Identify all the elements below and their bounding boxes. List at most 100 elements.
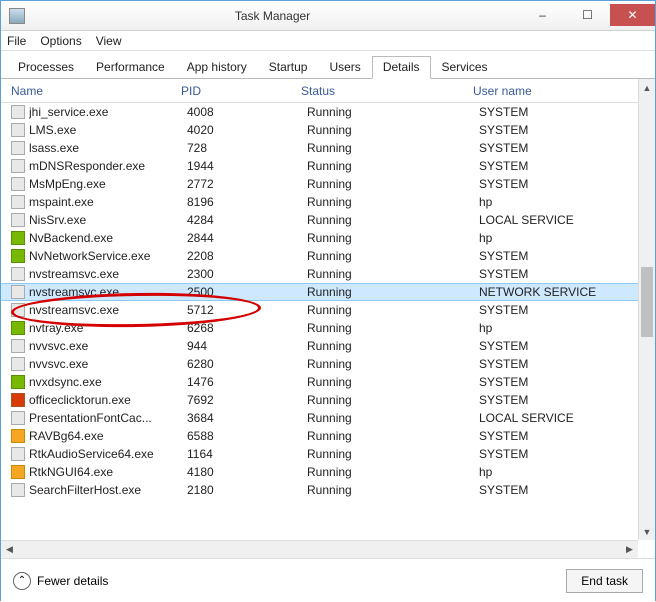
cell-user: SYSTEM bbox=[479, 159, 655, 173]
cell-status: Running bbox=[307, 195, 479, 209]
cell-name: officeclicktorun.exe bbox=[29, 393, 187, 407]
fewer-details-button[interactable]: ⌃ Fewer details bbox=[13, 572, 108, 590]
process-icon bbox=[11, 393, 25, 407]
cell-pid: 944 bbox=[187, 339, 307, 353]
menubar: File Options View bbox=[1, 31, 655, 51]
process-icon bbox=[11, 465, 25, 479]
cell-user: hp bbox=[479, 321, 655, 335]
cell-user: NETWORK SERVICE bbox=[479, 285, 655, 299]
table-row[interactable]: SearchFilterHost.exe2180RunningSYSTEM bbox=[1, 481, 655, 499]
process-icon bbox=[11, 303, 25, 317]
process-icon bbox=[11, 357, 25, 371]
cell-name: RtkNGUI64.exe bbox=[29, 465, 187, 479]
menu-options[interactable]: Options bbox=[40, 34, 81, 48]
cell-pid: 1944 bbox=[187, 159, 307, 173]
tab-processes[interactable]: Processes bbox=[7, 56, 85, 79]
process-icon bbox=[11, 447, 25, 461]
cell-status: Running bbox=[307, 213, 479, 227]
column-user[interactable]: User name bbox=[473, 84, 655, 98]
scroll-left-icon[interactable]: ◀ bbox=[1, 541, 18, 558]
vertical-scrollbar[interactable]: ▲ ▼ bbox=[638, 79, 655, 540]
tab-performance[interactable]: Performance bbox=[85, 56, 176, 79]
cell-pid: 3684 bbox=[187, 411, 307, 425]
cell-user: SYSTEM bbox=[479, 177, 655, 191]
cell-user: SYSTEM bbox=[479, 429, 655, 443]
table-row[interactable]: mDNSResponder.exe1944RunningSYSTEM bbox=[1, 157, 655, 175]
cell-status: Running bbox=[307, 447, 479, 461]
process-icon bbox=[11, 123, 25, 137]
scroll-down-icon[interactable]: ▼ bbox=[639, 523, 655, 540]
table-row[interactable]: LMS.exe4020RunningSYSTEM bbox=[1, 121, 655, 139]
app-icon bbox=[9, 8, 25, 24]
table-row[interactable]: NvNetworkService.exe2208RunningSYSTEM bbox=[1, 247, 655, 265]
table-row[interactable]: jhi_service.exe4008RunningSYSTEM bbox=[1, 103, 655, 121]
cell-name: nvtray.exe bbox=[29, 321, 187, 335]
cell-pid: 6588 bbox=[187, 429, 307, 443]
table-row[interactable]: RtkNGUI64.exe4180Runninghp bbox=[1, 463, 655, 481]
close-button[interactable]: ✕ bbox=[610, 4, 655, 26]
table-row[interactable]: nvstreamsvc.exe5712RunningSYSTEM bbox=[1, 301, 655, 319]
table-row[interactable]: RAVBg64.exe6588RunningSYSTEM bbox=[1, 427, 655, 445]
table-row[interactable]: officeclicktorun.exe7692RunningSYSTEM bbox=[1, 391, 655, 409]
cell-status: Running bbox=[307, 483, 479, 497]
table-row[interactable]: nvxdsync.exe1476RunningSYSTEM bbox=[1, 373, 655, 391]
cell-name: nvstreamsvc.exe bbox=[29, 303, 187, 317]
cell-pid: 4020 bbox=[187, 123, 307, 137]
table-row[interactable]: MsMpEng.exe2772RunningSYSTEM bbox=[1, 175, 655, 193]
footer: ⌃ Fewer details End task bbox=[1, 558, 655, 602]
scroll-thumb[interactable] bbox=[641, 267, 653, 337]
end-task-button[interactable]: End task bbox=[566, 569, 643, 593]
table-row[interactable]: lsass.exe728RunningSYSTEM bbox=[1, 139, 655, 157]
maximize-button[interactable]: ☐ bbox=[565, 4, 610, 26]
minimize-button[interactable]: – bbox=[520, 4, 565, 26]
tab-services[interactable]: Services bbox=[431, 56, 499, 79]
menu-file[interactable]: File bbox=[7, 34, 26, 48]
cell-status: Running bbox=[307, 357, 479, 371]
fewer-details-label: Fewer details bbox=[37, 574, 108, 588]
process-icon bbox=[11, 213, 25, 227]
cell-pid: 4008 bbox=[187, 105, 307, 119]
table-row[interactable]: mspaint.exe8196Runninghp bbox=[1, 193, 655, 211]
scroll-up-icon[interactable]: ▲ bbox=[639, 79, 655, 96]
cell-pid: 5712 bbox=[187, 303, 307, 317]
cell-status: Running bbox=[307, 267, 479, 281]
cell-pid: 2300 bbox=[187, 267, 307, 281]
column-status[interactable]: Status bbox=[301, 84, 473, 98]
cell-name: nvvsvc.exe bbox=[29, 357, 187, 371]
cell-pid: 2180 bbox=[187, 483, 307, 497]
table-row[interactable]: nvtray.exe6268Runninghp bbox=[1, 319, 655, 337]
table-row[interactable]: nvvsvc.exe6280RunningSYSTEM bbox=[1, 355, 655, 373]
table-row[interactable]: nvvsvc.exe944RunningSYSTEM bbox=[1, 337, 655, 355]
cell-name: NvNetworkService.exe bbox=[29, 249, 187, 263]
scroll-track[interactable] bbox=[639, 96, 655, 523]
window-controls: – ☐ ✕ bbox=[520, 5, 655, 26]
process-icon bbox=[11, 375, 25, 389]
table-row[interactable]: nvstreamsvc.exe2500RunningNETWORK SERVIC… bbox=[1, 283, 655, 301]
table-row[interactable]: PresentationFontCac...3684RunningLOCAL S… bbox=[1, 409, 655, 427]
tab-details[interactable]: Details bbox=[372, 56, 431, 79]
table-row[interactable]: NisSrv.exe4284RunningLOCAL SERVICE bbox=[1, 211, 655, 229]
cell-name: RAVBg64.exe bbox=[29, 429, 187, 443]
tab-startup[interactable]: Startup bbox=[258, 56, 319, 79]
horizontal-scrollbar[interactable]: ◀ ▶ bbox=[1, 540, 638, 558]
process-icon bbox=[11, 231, 25, 245]
column-pid[interactable]: PID bbox=[181, 84, 301, 98]
cell-name: nvstreamsvc.exe bbox=[29, 267, 187, 281]
scroll-right-icon[interactable]: ▶ bbox=[621, 541, 638, 558]
cell-status: Running bbox=[307, 123, 479, 137]
cell-pid: 7692 bbox=[187, 393, 307, 407]
table-row[interactable]: nvstreamsvc.exe2300RunningSYSTEM bbox=[1, 265, 655, 283]
tab-users[interactable]: Users bbox=[318, 56, 371, 79]
cell-name: nvxdsync.exe bbox=[29, 375, 187, 389]
cell-status: Running bbox=[307, 375, 479, 389]
cell-name: NisSrv.exe bbox=[29, 213, 187, 227]
cell-name: MsMpEng.exe bbox=[29, 177, 187, 191]
tab-app-history[interactable]: App history bbox=[176, 56, 258, 79]
table-row[interactable]: NvBackend.exe2844Runninghp bbox=[1, 229, 655, 247]
table-row[interactable]: RtkAudioService64.exe1164RunningSYSTEM bbox=[1, 445, 655, 463]
column-name[interactable]: Name bbox=[11, 84, 181, 98]
menu-view[interactable]: View bbox=[96, 34, 122, 48]
cell-pid: 8196 bbox=[187, 195, 307, 209]
cell-pid: 4180 bbox=[187, 465, 307, 479]
cell-pid: 1164 bbox=[187, 447, 307, 461]
